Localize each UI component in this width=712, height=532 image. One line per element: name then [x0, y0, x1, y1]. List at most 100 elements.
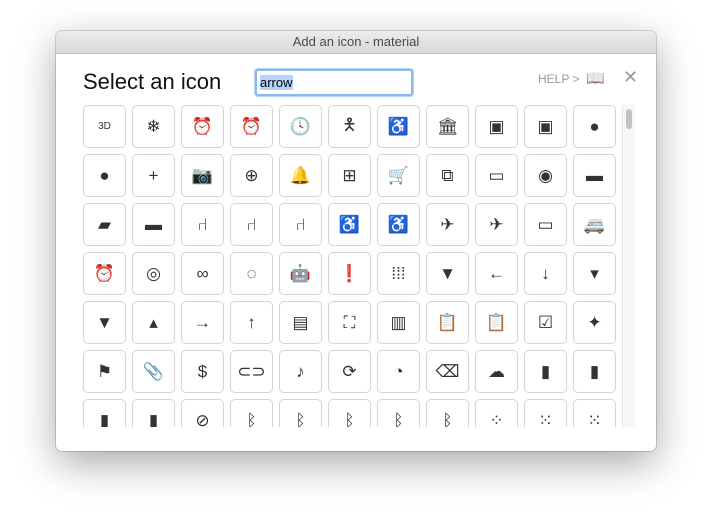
icon-option-access-alarm[interactable]: ⏰ — [181, 105, 224, 148]
icon-option-assignment[interactable]: 📋 — [426, 301, 469, 344]
icon-option-airline-seat-flat-angled[interactable]: ▰ — [83, 203, 126, 246]
icon-option-arrow-downward[interactable]: ↓ — [524, 252, 567, 295]
icon-option-arrow-drop-up[interactable]: ▴ — [132, 301, 175, 344]
window-title: Add an icon - material — [56, 31, 656, 54]
battery-std-icon: ▮ — [148, 410, 159, 428]
icon-option-battery-charging-full[interactable]: ▮ — [573, 350, 616, 393]
icon-option-backup[interactable]: ☁ — [475, 350, 518, 393]
airline-seat-recline-extra-icon: ♿ — [338, 214, 361, 234]
icon-search-input[interactable] — [255, 69, 413, 96]
assessment-icon: ▥ — [390, 312, 407, 332]
icon-option-airline-seat-legroom-normal[interactable]: ⑁ — [230, 203, 273, 246]
help-link[interactable]: HELP > — [538, 72, 579, 86]
icon-option-ac-unit[interactable]: ❄ — [132, 105, 175, 148]
icon-option-announcement[interactable]: ❗ — [328, 252, 371, 295]
icon-option-add-alarm[interactable]: ⊕ — [230, 154, 273, 197]
book-icon[interactable]: 📖 — [586, 69, 605, 87]
icon-option-art-track[interactable]: ▤ — [279, 301, 322, 344]
icon-option-arrow-upward[interactable]: ↑ — [230, 301, 273, 344]
icon-option-account-balance[interactable]: 🏛 — [426, 105, 469, 148]
icon-option-blur-circular[interactable]: ⁘ — [475, 399, 518, 427]
icon-option-arrow-back[interactable]: ← — [475, 252, 518, 295]
icon-option-add-to-photos[interactable]: ⧉ — [426, 154, 469, 197]
icon-option-account-balance-wallet[interactable]: ▣ — [475, 105, 518, 148]
icon-option-bluetooth-disabled[interactable]: ᛒ — [377, 399, 420, 427]
icon-option-all-inclusive[interactable]: ∞ — [181, 252, 224, 295]
icon-option-bluetooth-connected[interactable]: ᛒ — [328, 399, 371, 427]
icon-option-airline-seat-flat[interactable]: ▬ — [573, 154, 616, 197]
icon-option-aspect-ratio[interactable]: ⛶ — [328, 301, 371, 344]
icon-option-airplanemode-inactive[interactable]: ✈ — [475, 203, 518, 246]
icon-option-android[interactable]: 🤖 — [279, 252, 322, 295]
icon-option-assignment-returned[interactable]: 📋 — [475, 301, 518, 344]
icon-option-attach-money[interactable]: $ — [181, 350, 224, 393]
scrollbar[interactable] — [622, 105, 635, 427]
icon-option-adjust[interactable]: ◉ — [524, 154, 567, 197]
icon-option-autorenew[interactable]: ⟳ — [328, 350, 371, 393]
icon-option-bluetooth-searching[interactable]: ᛒ — [426, 399, 469, 427]
assignment-returned-icon: 📋 — [485, 312, 508, 332]
icon-option-arrow-drop-down-circle[interactable]: ▼ — [83, 301, 126, 344]
icon-option-account-box[interactable]: ▣ — [524, 105, 567, 148]
ac-unit-icon: ❄ — [146, 116, 161, 136]
icon-option-add[interactable]: + — [132, 154, 175, 197]
icon-grid-scroll: 3D ❄ ⏰ ⏰ 🕓 🯅 ♿ 🏛 ▣ ▣ ● ● + 📷 ⊕ 🔔 ⊞ 🛒 ⧉ ▭ ◉ ▬ ▰ ▬ ⑁ ⑁ ⑁ ♿ ♿ ✈ ✈ ▭ 🚐 ⏰ ◎ ∞ ◌ 🤖 ❗… — [83, 105, 620, 427]
scrollbar-thumb[interactable] — [626, 109, 632, 129]
icon-option-add-alert[interactable]: 🔔 — [279, 154, 322, 197]
icon-option-alarm[interactable]: ⏰ — [83, 252, 126, 295]
icon-option-access-alarms[interactable]: ⏰ — [230, 105, 273, 148]
announcement-icon: ❗ — [338, 263, 361, 283]
access-alarm-icon: ⏰ — [191, 116, 214, 136]
icon-option-assistant-photo[interactable]: ⚑ — [83, 350, 126, 393]
icon-option-archive[interactable]: ▼ — [426, 252, 469, 295]
icon-option-add-box[interactable]: ⊞ — [328, 154, 371, 197]
airplanemode-inactive-icon: ✈ — [489, 214, 504, 234]
icon-option-assistant[interactable]: ✦ — [573, 301, 616, 344]
icon-option-assignment-turned-in[interactable]: ☑ — [524, 301, 567, 344]
icon-option-3d-rotation[interactable]: 3D — [83, 105, 126, 148]
accessibility-icon: 🯅 — [342, 115, 357, 134]
icon-option-apps[interactable]: ⁞⁞⁞ — [377, 252, 420, 295]
icon-option-account-circle[interactable]: ● — [573, 105, 616, 148]
icon-option-airline-seat-legroom-extra[interactable]: ⑁ — [181, 203, 224, 246]
icon-option-airline-seat-recline-extra[interactable]: ♿ — [328, 203, 371, 246]
icon-option-access-time[interactable]: 🕓 — [279, 105, 322, 148]
icon-option-arrow-forward[interactable]: → — [181, 301, 224, 344]
airline-seat-legroom-normal-icon: ⑁ — [246, 214, 257, 234]
icon-option-arrow-drop-down[interactable]: ▾ — [573, 252, 616, 295]
icon-option-backspace[interactable]: ⌫ — [426, 350, 469, 393]
icon-option-accessible[interactable]: ♿ — [377, 105, 420, 148]
icon-option-airplanemode-active[interactable]: ✈ — [426, 203, 469, 246]
icon-option-assessment[interactable]: ▥ — [377, 301, 420, 344]
icon-option-bluetooth-audio[interactable]: ᛒ — [279, 399, 322, 427]
icon-option-blur-linear[interactable]: ⁙ — [524, 399, 567, 427]
icon-option-attach-file[interactable]: 📎 — [132, 350, 175, 393]
icon-option-add-to-queue[interactable]: ▭ — [475, 154, 518, 197]
icon-option-battery-alert[interactable]: ▮ — [524, 350, 567, 393]
airline-seat-flat-icon: ▬ — [586, 165, 603, 185]
icon-option-audiotrack[interactable]: ♪ — [279, 350, 322, 393]
icon-option-battery-full[interactable]: ▮ — [83, 399, 126, 427]
icon-option-battery-std[interactable]: ▮ — [132, 399, 175, 427]
art-track-icon: ▤ — [292, 312, 309, 332]
icon-option-battery-unknown[interactable]: ⊘ — [181, 399, 224, 427]
icon-option-airline-seat-recline-normal[interactable]: ♿ — [377, 203, 420, 246]
icon-option-attachment[interactable]: ⊂⊃ — [230, 350, 273, 393]
icon-option-add-shopping-cart[interactable]: 🛒 — [377, 154, 420, 197]
icon-option-add-a-photo[interactable]: 📷 — [181, 154, 224, 197]
icon-option-airplay[interactable]: ▭ — [524, 203, 567, 246]
icon-option-airport-shuttle[interactable]: 🚐 — [573, 203, 616, 246]
album-icon: ◎ — [146, 263, 161, 283]
icon-option-av-timer[interactable]: ◔ — [377, 350, 420, 393]
icon-option-accessibility[interactable]: 🯅 — [328, 105, 371, 148]
add-a-photo-icon: 📷 — [191, 165, 214, 185]
icon-option-blur-off[interactable]: ⁙ — [573, 399, 616, 427]
icon-option-bluetooth[interactable]: ᛒ — [230, 399, 273, 427]
icon-option-airline-seat-individual-suite[interactable]: ▬ — [132, 203, 175, 246]
assignment-icon: 📋 — [436, 312, 459, 332]
icon-option-airline-seat-legroom-reduced[interactable]: ⑁ — [279, 203, 322, 246]
close-icon[interactable]: ✕ — [623, 67, 638, 88]
icon-option-album[interactable]: ◎ — [132, 252, 175, 295]
icon-option-adb[interactable]: ● — [83, 154, 126, 197]
icon-option-all-out[interactable]: ◌ — [230, 252, 273, 295]
